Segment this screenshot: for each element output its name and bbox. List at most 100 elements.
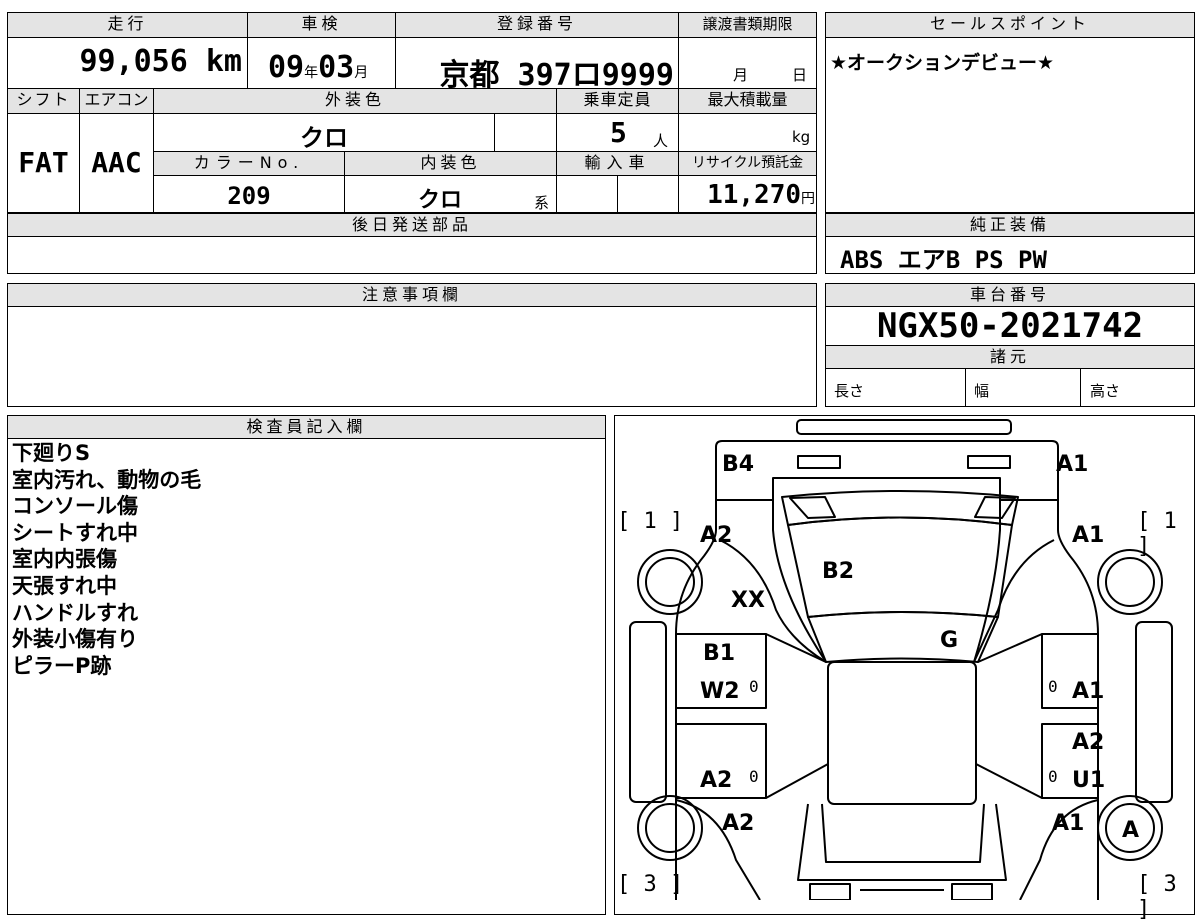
dmg-a2-right: A2 — [1072, 730, 1105, 755]
mileage-value-cell: 99,056 km — [8, 44, 246, 79]
sales-point-header: セールスポイント — [826, 13, 1194, 37]
wheel-front-left — [637, 549, 703, 615]
equipment-value: ABS エアB PS PW — [840, 246, 1047, 274]
color-no-value: 209 — [227, 182, 271, 210]
chassis-value: NGX50-2021742 — [876, 306, 1144, 346]
wheel-front-right — [1097, 549, 1163, 615]
maxload-header: 最大積載量 — [679, 89, 816, 113]
chassis-label: 車台番号 — [969, 285, 1050, 304]
car-diagram — [629, 419, 1173, 900]
inspector-notes: 下廻りS 室内汚れ、動物の毛 コンソール傷 シートすれ中 室内内張傷 天張すれ中… — [12, 440, 201, 679]
inspection-month: 03 — [318, 50, 355, 85]
dmg-xx: XX — [731, 588, 765, 613]
length-label: 長さ — [834, 382, 865, 400]
dmg-b1: B1 — [703, 641, 736, 666]
note-line: ハンドルすれ — [12, 600, 138, 625]
sales-point-label: セールスポイント — [929, 14, 1090, 33]
dmg-a1-top: A1 — [1056, 452, 1089, 477]
side-panel-right — [1135, 621, 1173, 803]
maxload-label: 最大積載量 — [707, 90, 788, 109]
exterior-header: 外装色 — [154, 89, 556, 113]
headlight-right — [967, 455, 1011, 469]
shift-value: FAT — [18, 146, 69, 179]
dmg-g: G — [940, 628, 959, 653]
caution-header: 注意事項欄 — [8, 284, 816, 306]
equipment-header: 純正装備 — [826, 214, 1194, 236]
tire-rear-right: [ 3 ] — [1137, 872, 1177, 922]
interior-value: クロ — [417, 188, 462, 213]
dmg-u1: U1 — [1072, 768, 1106, 793]
recycle-value: 11,270 — [707, 180, 801, 210]
inspection-month-unit: 月 — [354, 65, 369, 81]
note-line: 室内内張傷 — [12, 547, 117, 572]
door-mark-2: 0 — [1048, 677, 1058, 696]
recycle-label: リサイクル預託金 — [691, 155, 804, 171]
recycle-unit: 円 — [801, 191, 815, 207]
note-line: 室内汚れ、動物の毛 — [12, 467, 202, 492]
chassis-header: 車台番号 — [826, 284, 1194, 306]
interior-label: 内装色 — [420, 153, 481, 172]
dmg-w2: W2 — [700, 679, 740, 704]
maxload-unit: kg — [792, 128, 811, 146]
note-line: 下廻りS — [12, 441, 91, 465]
spec-label: 諸元 — [989, 347, 1030, 366]
dmg-b2: B2 — [822, 559, 855, 584]
inspector-label: 検査員記入欄 — [246, 417, 367, 436]
transfer-header: 譲渡書類期限 — [679, 13, 816, 37]
transfer-label: 譲渡書類期限 — [702, 15, 793, 33]
dmg-a2-rear-wheel: A2 — [722, 811, 755, 836]
tire-rear-left: [ 3 ] — [617, 872, 684, 897]
capacity-label: 乗車定員 — [583, 90, 652, 109]
registration-header: 登録番号 — [396, 13, 678, 37]
cabin-roof — [827, 661, 977, 805]
import-header: 輸入車 — [557, 152, 678, 175]
note-line: コンソール傷 — [12, 494, 138, 519]
door-mark-1: 0 — [749, 677, 759, 696]
mileage-header: 走行 — [8, 13, 247, 37]
capacity-unit: 人 — [653, 132, 669, 150]
shift-header: シフト — [8, 89, 79, 113]
inspection-header: 車検 — [248, 13, 395, 37]
width-label: 幅 — [974, 382, 990, 400]
recycle-header: リサイクル預託金 — [679, 152, 816, 175]
mileage-unit: km — [205, 44, 242, 79]
tire-front-right: [ 1 ] — [1137, 509, 1177, 559]
sales-point-text: ★オークションデビュー★ — [830, 52, 1055, 74]
aircon-value: AAC — [91, 146, 142, 179]
inspector-header: 検査員記入欄 — [8, 416, 605, 438]
door-mark-4: 0 — [1048, 767, 1058, 786]
headlight-left — [797, 455, 841, 469]
dmg-a2-rear-left: A2 — [700, 768, 733, 793]
color-no-header: カラーNo. — [154, 152, 344, 175]
inspection-value-cell: 09年03月 — [268, 50, 368, 85]
note-line: 外装小傷有り — [12, 627, 138, 652]
dmg-a-wheel: A — [1122, 818, 1140, 843]
later-parts-label: 後日発送部品 — [351, 215, 472, 234]
later-parts-header: 後日発送部品 — [8, 214, 816, 236]
color-no-label: カラーNo. — [193, 153, 305, 172]
transfer-month-unit: 月 — [733, 66, 749, 84]
spec-header: 諸元 — [826, 346, 1194, 368]
front-bumper-bar — [796, 419, 1012, 435]
dmg-a1-rear-right: A1 — [1052, 811, 1085, 836]
inspection-year: 09 — [268, 50, 305, 85]
note-line: シートすれ中 — [12, 520, 138, 545]
mileage-label: 走行 — [107, 14, 148, 33]
shift-label: シフト — [16, 90, 71, 109]
inspection-year-unit: 年 — [304, 65, 319, 81]
capacity-header: 乗車定員 — [557, 89, 678, 113]
import-label: 輸入車 — [584, 153, 651, 172]
wheel-rear-left — [637, 795, 703, 861]
exterior-value: クロ — [300, 124, 348, 152]
note-line: ピラーP跡 — [12, 653, 112, 678]
rear-window — [821, 803, 985, 863]
rear-bumper — [809, 883, 851, 900]
dmg-a1-front-right: A1 — [1072, 523, 1105, 548]
recycle-value-cell: 11,270円 — [679, 180, 815, 210]
registration-label: 登録番号 — [496, 14, 577, 33]
door-mark-3: 0 — [749, 767, 759, 786]
interior-unit: 系 — [534, 194, 550, 212]
aircon-header: エアコン — [80, 89, 153, 113]
side-panel-left — [629, 621, 667, 803]
sales-point-box — [825, 12, 1195, 213]
